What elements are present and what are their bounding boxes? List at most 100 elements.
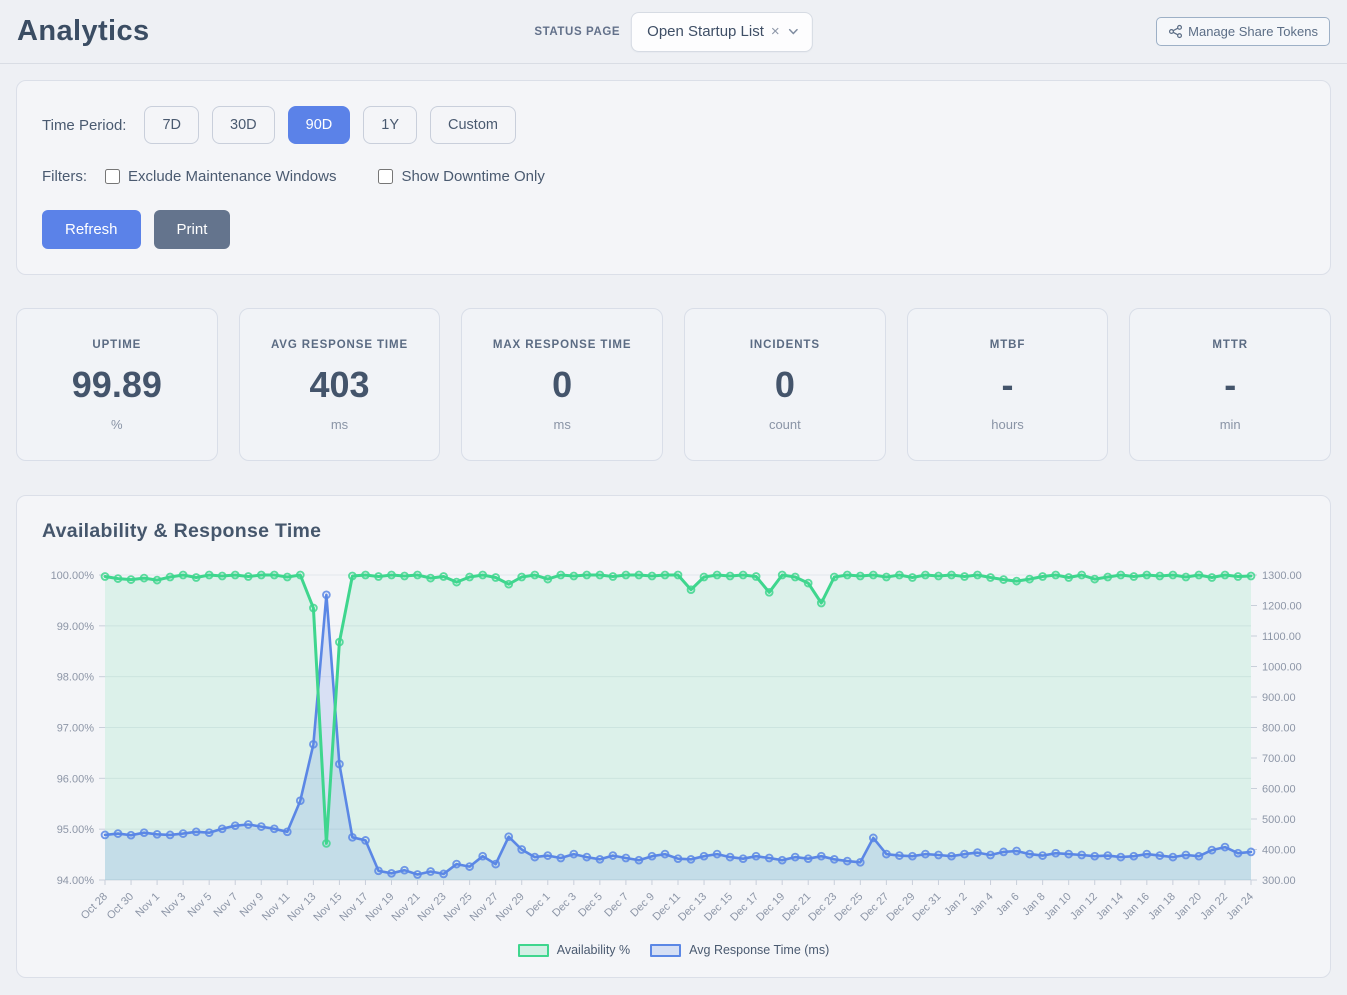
- stat-card-avg-response: AVG RESPONSE TIME 403 ms: [239, 308, 441, 461]
- chart-panel: Availability & Response Time 100.00%99.0…: [16, 495, 1331, 978]
- period-button-1y[interactable]: 1Y: [363, 106, 417, 144]
- period-button-7d[interactable]: 7D: [144, 106, 199, 144]
- x-axis-label: Jan 12: [1068, 891, 1100, 923]
- stat-title: INCIDENTS: [691, 339, 879, 351]
- x-axis-label: Nov 3: [159, 891, 188, 920]
- x-axis-label: Jan 18: [1146, 891, 1178, 923]
- x-axis-label: Jan 24: [1224, 891, 1256, 923]
- stat-unit: hours: [914, 417, 1102, 432]
- actions-row: Refresh Print: [42, 210, 1305, 249]
- period-button-custom[interactable]: Custom: [430, 106, 516, 144]
- response-time-legend-label: Avg Response Time (ms): [689, 943, 829, 957]
- x-axis-label: Nov 29: [494, 891, 527, 924]
- left-axis-label: 98.00%: [57, 672, 95, 684]
- right-axis-label: 1200.00: [1262, 601, 1302, 613]
- x-axis-label: Jan 10: [1042, 891, 1074, 923]
- left-axis-label: 97.00%: [57, 723, 95, 735]
- top-bar: Analytics STATUS PAGE Open Startup List …: [0, 0, 1347, 63]
- stat-value: 99.89: [23, 364, 211, 406]
- x-axis-label: Nov 5: [185, 891, 214, 920]
- x-axis-label: Jan 20: [1172, 891, 1204, 923]
- right-axis-label: 1000.00: [1262, 662, 1302, 674]
- print-button[interactable]: Print: [154, 210, 231, 249]
- x-axis-label: Jan 6: [994, 891, 1022, 919]
- x-axis-label: Jan 22: [1198, 891, 1230, 923]
- right-axis-label: 1100.00: [1262, 631, 1301, 643]
- stat-title: AVG RESPONSE TIME: [246, 339, 434, 351]
- stat-card-incidents: INCIDENTS 0 count: [684, 308, 886, 461]
- x-axis-label: Dec 7: [602, 891, 631, 920]
- clear-selection-icon[interactable]: ×: [771, 24, 780, 39]
- stat-unit: ms: [468, 417, 656, 432]
- show-downtime-checkbox-item[interactable]: Show Downtime Only: [378, 168, 544, 185]
- manage-share-tokens-label: Manage Share Tokens: [1188, 24, 1318, 39]
- chart-title: Availability & Response Time: [42, 520, 1305, 543]
- left-axis-label: 95.00%: [57, 824, 95, 836]
- stat-card-uptime: UPTIME 99.89 %: [16, 308, 218, 461]
- stat-value: -: [914, 364, 1102, 406]
- x-axis-label: Nov 1: [133, 891, 162, 920]
- status-page-select[interactable]: Open Startup List ×: [631, 12, 813, 52]
- right-axis-label: 400.00: [1262, 845, 1296, 857]
- manage-share-tokens-button[interactable]: Manage Share Tokens: [1156, 17, 1330, 46]
- show-downtime-label: Show Downtime Only: [401, 168, 544, 185]
- availability-legend-label: Availability %: [557, 943, 630, 957]
- stat-unit: min: [1136, 417, 1324, 432]
- stat-title: MAX RESPONSE TIME: [468, 339, 656, 351]
- stat-card-max-response: MAX RESPONSE TIME 0 ms: [461, 308, 663, 461]
- stat-card-mtbf: MTBF - hours: [907, 308, 1109, 461]
- status-page-selected-value: Open Startup List: [647, 23, 764, 40]
- share-icon: [1168, 24, 1183, 39]
- x-axis-label: Oct 28: [79, 891, 110, 922]
- x-axis-label: Nov 7: [212, 891, 241, 920]
- chevron-down-icon: [787, 25, 800, 38]
- left-axis-label: 94.00%: [57, 875, 95, 887]
- legend-item-availability[interactable]: Availability %: [518, 943, 630, 957]
- right-axis-label: 800.00: [1262, 723, 1296, 735]
- refresh-button[interactable]: Refresh: [42, 210, 141, 249]
- x-axis-label: Dec 31: [910, 891, 943, 924]
- x-axis-label: Jan 2: [942, 891, 970, 919]
- right-axis-label: 300.00: [1262, 875, 1296, 887]
- x-axis-label: Jan 16: [1120, 891, 1152, 923]
- response-time-legend-swatch: [650, 944, 681, 957]
- period-button-90d[interactable]: 90D: [288, 106, 351, 144]
- status-page-label: STATUS PAGE: [534, 26, 620, 38]
- right-axis-label: 600.00: [1262, 784, 1296, 796]
- stat-unit: %: [23, 417, 211, 432]
- x-axis-label: Nov 17: [337, 891, 370, 924]
- show-downtime-checkbox[interactable]: [378, 169, 393, 184]
- x-axis-label: Dec 29: [884, 891, 917, 924]
- x-axis-label: Dec 5: [576, 891, 605, 920]
- page-title: Analytics: [17, 15, 150, 48]
- x-axis-label: Dec 3: [550, 891, 579, 920]
- stat-title: MTTR: [1136, 339, 1324, 351]
- stat-unit: count: [691, 417, 879, 432]
- stat-value: -: [1136, 364, 1324, 406]
- x-axis-label: Jan 4: [968, 891, 996, 919]
- status-page-selector-group: STATUS PAGE Open Startup List ×: [534, 12, 812, 52]
- right-axis-label: 500.00: [1262, 814, 1296, 826]
- chart-legend: Availability % Avg Response Time (ms): [42, 943, 1305, 957]
- availability-response-chart: 100.00%99.00%98.00%97.00%96.00%95.00%94.…: [42, 549, 1305, 941]
- filter-panel: Time Period: 7D 30D 90D 1Y Custom Filter…: [16, 80, 1331, 275]
- period-button-30d[interactable]: 30D: [212, 106, 275, 144]
- stat-value: 0: [468, 364, 656, 406]
- exclude-maintenance-label: Exclude Maintenance Windows: [128, 168, 336, 185]
- filters-row: Filters: Exclude Maintenance Windows Sho…: [42, 168, 1305, 185]
- left-axis-label: 96.00%: [57, 773, 95, 785]
- time-period-label: Time Period:: [42, 117, 126, 134]
- left-axis-label: 100.00%: [51, 570, 95, 582]
- x-axis-label: Oct 30: [105, 891, 136, 922]
- right-axis-label: 700.00: [1262, 753, 1296, 765]
- stat-value: 403: [246, 364, 434, 406]
- stat-unit: ms: [246, 417, 434, 432]
- legend-item-response-time[interactable]: Avg Response Time (ms): [650, 943, 829, 957]
- exclude-maintenance-checkbox[interactable]: [105, 169, 120, 184]
- exclude-maintenance-checkbox-item[interactable]: Exclude Maintenance Windows: [105, 168, 336, 185]
- header-divider: [0, 63, 1347, 64]
- stat-card-mttr: MTTR - min: [1129, 308, 1331, 461]
- availability-legend-swatch: [518, 944, 549, 957]
- stat-title: UPTIME: [23, 339, 211, 351]
- filters-label: Filters:: [42, 168, 87, 185]
